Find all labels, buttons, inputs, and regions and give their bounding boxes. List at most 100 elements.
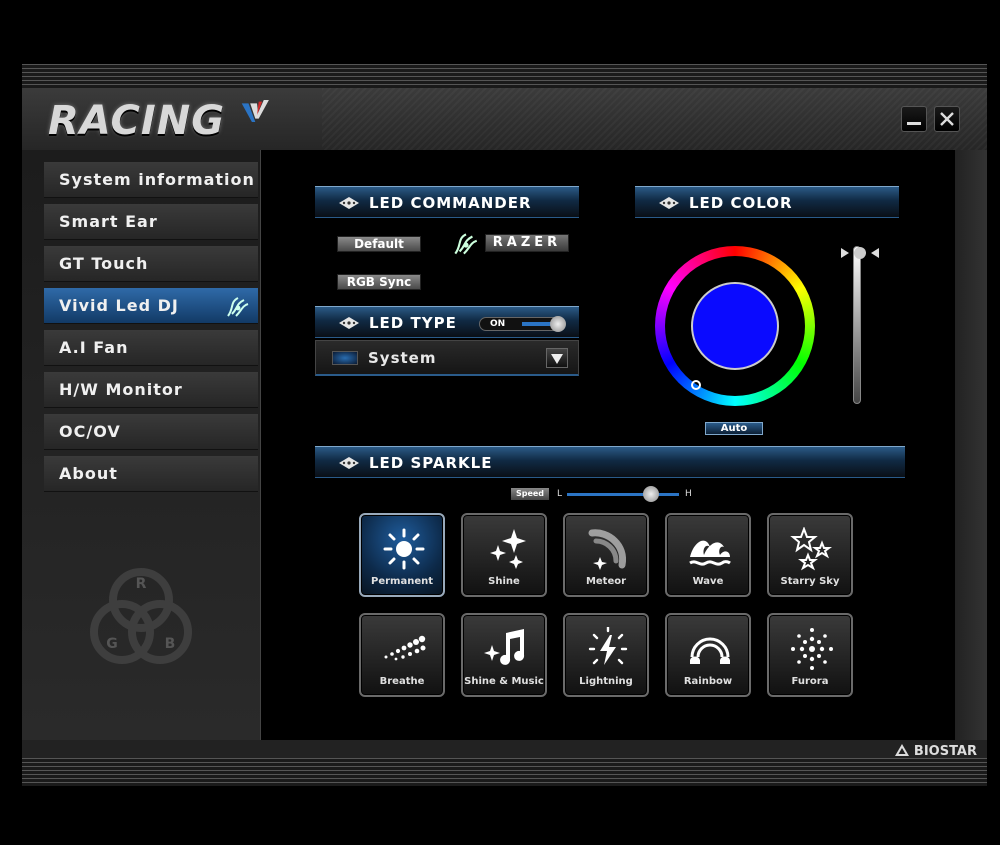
sidebar: System information Smart Ear GT Touch Vi…: [22, 150, 260, 740]
speed-track[interactable]: [567, 493, 679, 496]
effect-label: Wave: [692, 576, 724, 587]
minimize-button[interactable]: [901, 106, 927, 132]
sidebar-item-label: Smart Ear: [59, 212, 158, 231]
main-content: LED COMMANDER Default RAZER RGB Sync LED…: [260, 150, 955, 740]
meteor-icon: [588, 529, 627, 570]
biostar-brand: BIOSTAR: [895, 744, 977, 759]
effect-meteor[interactable]: Meteor: [563, 513, 649, 597]
rgb-logo-g: G: [106, 636, 118, 652]
sidebar-item-smart-ear[interactable]: Smart Ear: [44, 204, 258, 240]
led-type-title: LED TYPE: [369, 314, 457, 332]
rainbow-icon: [690, 637, 730, 664]
effect-label: Meteor: [585, 576, 627, 587]
effect-starry-sky[interactable]: Starry Sky: [767, 513, 853, 597]
brightness-slider[interactable]: [853, 246, 861, 404]
chip-icon: [339, 457, 359, 469]
racing-v-logo-icon: [241, 99, 269, 123]
breathe-icon: [384, 635, 426, 661]
sidebar-item-label: Vivid Led DJ: [59, 296, 179, 315]
sidebar-item-about[interactable]: About: [44, 456, 258, 492]
speed-knob[interactable]: [643, 486, 659, 502]
sidebar-item-oc-ov[interactable]: OC/OV: [44, 414, 258, 450]
sidebar-item-label: OC/OV: [59, 422, 121, 441]
led-sparkle-title: LED SPARKLE: [369, 454, 493, 472]
led-type-swatch: [332, 351, 358, 365]
header: RACING: [22, 88, 987, 150]
effect-wave[interactable]: Wave: [665, 513, 751, 597]
effect-label: Breathe: [379, 676, 425, 687]
speed-high-label: H: [685, 489, 692, 499]
aurora-icon: [791, 628, 833, 670]
sidebar-item-label: System information: [59, 170, 255, 189]
effect-label: Starry Sky: [780, 576, 840, 587]
default-button[interactable]: Default: [337, 236, 421, 252]
music-icon: [484, 629, 525, 665]
razer-snake-icon: [227, 297, 249, 317]
rgb-sync-button[interactable]: RGB Sync: [337, 274, 421, 290]
brand-text: BIOSTAR: [913, 744, 977, 759]
dropdown-arrow-button[interactable]: [546, 348, 568, 368]
led-commander-header: LED COMMANDER: [315, 186, 579, 218]
sidebar-item-gt-touch[interactable]: GT Touch: [44, 246, 258, 282]
led-type-toggle[interactable]: ON: [479, 316, 566, 332]
razer-snake-icon: [454, 233, 478, 255]
effect-shine-music[interactable]: Shine & Music: [461, 613, 547, 697]
sidebar-item-label: GT Touch: [59, 254, 149, 273]
rgb-logo-r: R: [136, 576, 147, 592]
biostar-logo-icon: [895, 744, 910, 756]
chip-icon: [339, 197, 359, 209]
led-color-header: LED COLOR: [635, 186, 899, 218]
led-type-select[interactable]: System: [315, 340, 579, 376]
speed-tag: Speed: [511, 488, 549, 500]
sparkle-icon: [490, 529, 526, 569]
auto-button[interactable]: Auto: [705, 422, 763, 435]
sidebar-item-hw-monitor[interactable]: H/W Monitor: [44, 372, 258, 408]
close-icon: [940, 112, 954, 126]
toggle-track: [522, 322, 552, 326]
razer-button[interactable]: RAZER: [485, 234, 569, 252]
lightning-icon: [588, 627, 628, 665]
toggle-knob[interactable]: [550, 316, 566, 332]
chip-icon: [339, 317, 359, 329]
rgb-circles-logo: R G B: [90, 568, 192, 664]
rgb-logo-b: B: [165, 636, 176, 652]
toggle-label: ON: [490, 319, 506, 329]
content-right-bevel: [955, 150, 987, 740]
bottom-stripes: [22, 758, 987, 786]
sun-icon: [383, 528, 425, 570]
effect-label: Lightning: [579, 676, 633, 687]
sidebar-item-ai-fan[interactable]: A.I Fan: [44, 330, 258, 366]
top-stripes: [22, 64, 987, 88]
effect-lightning[interactable]: Lightning: [563, 613, 649, 697]
speed-low-label: L: [557, 489, 563, 499]
wave-icon: [689, 540, 731, 566]
sidebar-item-label: About: [59, 464, 118, 483]
led-color-title: LED COLOR: [689, 194, 793, 212]
led-sparkle-header: LED SPARKLE: [315, 446, 905, 478]
effect-furora[interactable]: Furora: [767, 613, 853, 697]
chip-icon: [659, 197, 679, 209]
led-type-selected: System: [368, 349, 437, 367]
speed-slider[interactable]: Speed L H: [511, 486, 701, 502]
hue-picker-handle[interactable]: [691, 380, 701, 390]
effect-breathe[interactable]: Breathe: [359, 613, 445, 697]
sidebar-item-label: H/W Monitor: [59, 380, 183, 399]
app-logo: RACING: [48, 98, 226, 144]
sidebar-item-vivid-led-dj[interactable]: Vivid Led DJ: [44, 288, 258, 324]
effect-label: Rainbow: [683, 676, 733, 687]
current-color-swatch: [691, 282, 779, 370]
color-wheel[interactable]: [655, 246, 815, 406]
effect-label: Shine & Music: [464, 676, 544, 687]
chevron-down-icon: [551, 354, 563, 364]
footer: BIOSTAR: [22, 740, 987, 759]
stars-icon: [790, 527, 832, 571]
effect-label: Permanent: [370, 576, 433, 587]
minimize-icon: [907, 122, 921, 125]
led-commander-title: LED COMMANDER: [369, 194, 532, 212]
effect-rainbow[interactable]: Rainbow: [665, 613, 751, 697]
sidebar-item-system-information[interactable]: System information: [44, 162, 258, 198]
effect-shine[interactable]: Shine: [461, 513, 547, 597]
effect-permanent[interactable]: Permanent: [359, 513, 445, 597]
close-button[interactable]: [934, 106, 960, 132]
brightness-handle[interactable]: [841, 246, 879, 260]
